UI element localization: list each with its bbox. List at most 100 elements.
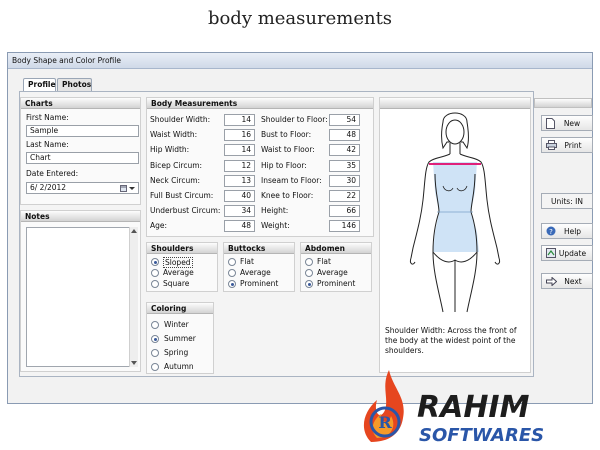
shoulders-header: Shoulders — [147, 243, 217, 254]
abdomen-section: Abdomen Flat Average Prominent — [300, 242, 372, 292]
button-panel-header — [534, 98, 592, 108]
abdomen-average-label: Average — [317, 268, 348, 277]
units-selector[interactable]: Units: IN — [541, 193, 593, 209]
measurement-input[interactable]: 146 — [329, 220, 360, 233]
measurement-input[interactable]: 42 — [329, 144, 360, 157]
units-label: Units: IN — [551, 196, 583, 206]
measurement-input[interactable]: 12 — [224, 159, 255, 172]
svg-text:R: R — [378, 413, 392, 432]
page-caption: body measurements — [207, 8, 393, 29]
next-button-label: Next — [564, 276, 582, 286]
measurement-label: Shoulder Width: — [150, 115, 211, 124]
charts-header: Charts — [21, 98, 140, 109]
notes-scrollbar[interactable] — [129, 227, 138, 367]
measurement-label: Hip to Floor: — [261, 160, 307, 170]
next-button[interactable]: Next — [541, 273, 593, 289]
buttocks-prominent-radio[interactable] — [228, 280, 236, 288]
shoulders-square-label: Square — [163, 279, 190, 288]
coloring-winter-label: Winter — [164, 320, 189, 329]
abdomen-flat-radio[interactable] — [305, 258, 313, 266]
coloring-spring-label: Spring — [164, 348, 189, 357]
tab-profile[interactable]: Profile — [23, 78, 56, 92]
measurement-label: Height: — [261, 206, 289, 216]
measurement-input[interactable]: 22 — [329, 190, 360, 202]
date-value: 6/ 2/2012 — [30, 183, 67, 192]
figure-description: Shoulder Width: Across the front of the … — [385, 326, 517, 355]
first-name-input[interactable]: Sample — [26, 125, 139, 137]
printer-icon — [546, 140, 557, 150]
measurement-label: Shoulder to Floor: — [261, 115, 328, 124]
dropdown-arrow-icon[interactable] — [129, 187, 135, 191]
buttocks-prominent-label: Prominent — [240, 279, 279, 288]
next-arrow-icon — [546, 276, 557, 286]
abdomen-header: Abdomen — [301, 243, 371, 254]
measurement-input[interactable]: 40 — [224, 190, 255, 202]
buttocks-section: Buttocks Flat Average Prominent — [223, 242, 295, 292]
notes-textarea[interactable] — [26, 227, 133, 367]
measurement-input[interactable]: 30 — [329, 174, 360, 187]
date-entered-label: Date Entered: — [26, 169, 79, 178]
update-button[interactable]: Update — [541, 245, 593, 261]
help-icon: ? — [546, 226, 556, 236]
measurement-label: Waist to Floor: — [261, 145, 315, 155]
new-button-label: New — [563, 118, 581, 128]
measurement-label: Weight: — [261, 221, 290, 231]
scroll-up-icon[interactable] — [131, 229, 137, 233]
measurement-input[interactable]: 14 — [224, 114, 255, 126]
measurement-label: Hip Width: — [150, 145, 190, 155]
measurement-input[interactable]: 48 — [329, 129, 360, 142]
coloring-spring-radio[interactable] — [151, 349, 159, 357]
notes-header: Notes — [21, 211, 140, 222]
svg-text:SOFTWARES: SOFTWARES — [419, 425, 544, 446]
measurement-label: Bust to Floor: — [261, 130, 312, 140]
shoulders-average-label: Average — [163, 268, 194, 277]
shoulders-sloped-radio[interactable] — [151, 258, 159, 266]
last-name-label: Last Name: — [26, 140, 69, 149]
coloring-winter-radio[interactable] — [151, 321, 159, 329]
calendar-icon[interactable] — [120, 184, 127, 192]
measurement-input[interactable]: 48 — [224, 220, 255, 233]
coloring-header: Coloring — [147, 303, 213, 314]
measurement-input[interactable]: 16 — [224, 129, 255, 142]
help-button[interactable]: ? Help — [541, 223, 593, 239]
coloring-summer-label: Summer — [164, 334, 196, 343]
abdomen-prominent-radio[interactable] — [305, 280, 313, 288]
update-icon — [546, 248, 556, 258]
rahim-softwares-logo: R RAHIM SOFTWARES — [363, 370, 544, 446]
svg-text:?: ? — [549, 228, 553, 236]
first-name-label: First Name: — [26, 113, 69, 122]
shoulders-average-radio[interactable] — [151, 269, 159, 277]
measurement-input[interactable]: 34 — [224, 205, 255, 218]
measurement-input[interactable]: 54 — [329, 114, 360, 126]
charts-section: Charts First Name: Sample Last Name: Cha… — [20, 97, 141, 205]
abdomen-average-radio[interactable] — [305, 269, 313, 277]
print-button[interactable]: Print — [541, 137, 593, 153]
new-button[interactable]: New — [541, 115, 593, 131]
print-button-label: Print — [564, 140, 582, 150]
buttocks-header: Buttocks — [224, 243, 294, 254]
measurement-input[interactable]: 13 — [224, 174, 255, 187]
measurement-label: Age: — [150, 221, 168, 231]
measurement-input[interactable]: 66 — [329, 205, 360, 218]
notes-section: Notes — [20, 210, 141, 372]
buttocks-average-label: Average — [240, 268, 271, 277]
abdomen-prominent-label: Prominent — [317, 279, 356, 288]
buttocks-average-radio[interactable] — [228, 269, 236, 277]
measurement-input[interactable]: 14 — [224, 144, 255, 157]
coloring-section: Coloring Winter Summer Spring Autumn — [146, 302, 214, 374]
coloring-summer-radio[interactable] — [151, 335, 159, 343]
measurement-label: Bicep Circum: — [150, 160, 203, 170]
tab-photos[interactable]: Photos — [57, 78, 92, 91]
measurement-label: Knee to Floor: — [261, 191, 314, 200]
measurement-input[interactable]: 35 — [329, 159, 360, 172]
date-picker[interactable]: 6/ 2/2012 — [26, 182, 139, 194]
scroll-down-icon[interactable] — [131, 361, 137, 365]
last-name-input[interactable]: Chart — [26, 152, 139, 164]
update-button-label: Update — [558, 248, 587, 258]
new-document-icon — [546, 117, 555, 129]
figure-header — [380, 98, 530, 109]
shoulders-square-radio[interactable] — [151, 280, 159, 288]
buttocks-flat-radio[interactable] — [228, 258, 236, 266]
coloring-autumn-radio[interactable] — [151, 363, 159, 371]
abdomen-flat-label: Flat — [317, 257, 331, 266]
